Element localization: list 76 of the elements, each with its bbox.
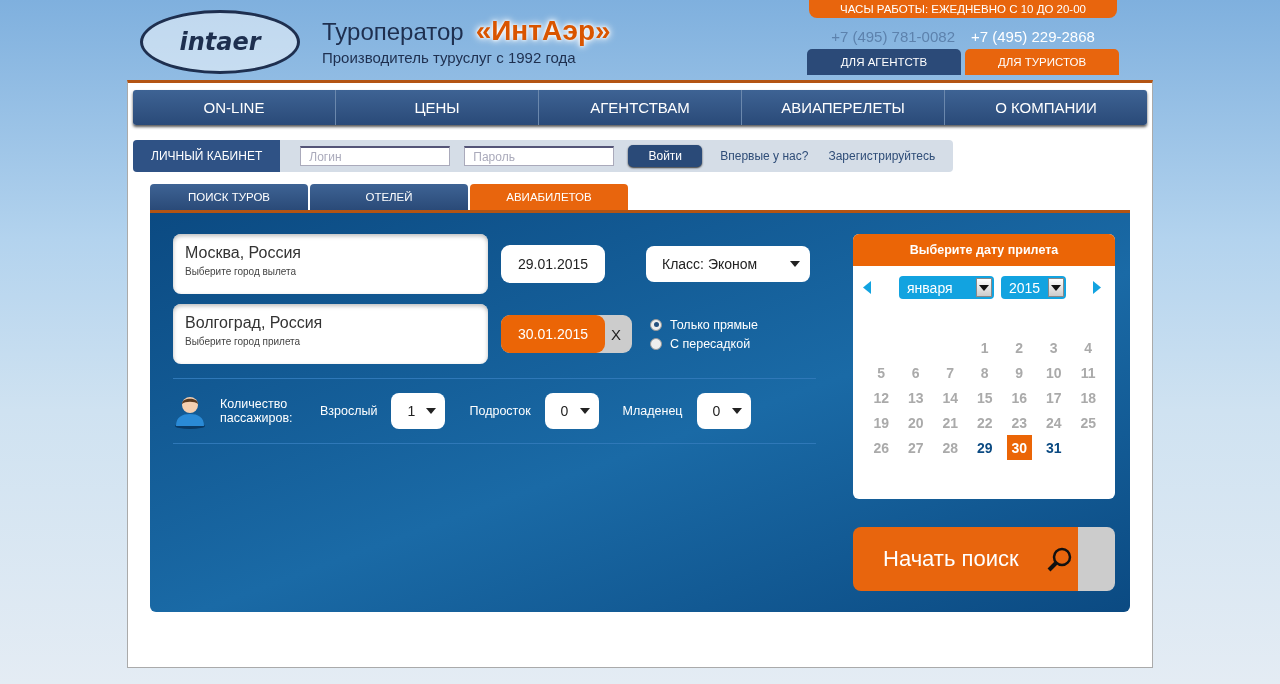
clear-button[interactable]: X (605, 315, 627, 353)
login-field[interactable]: Логин (300, 146, 451, 166)
calendar-day: 13 (903, 385, 929, 410)
calendar-day: 14 (937, 385, 963, 410)
calendar-day: 6 (903, 360, 929, 385)
calendar-day: 22 (972, 410, 998, 435)
audience-tab[interactable]: ДЛЯ АГЕНТСТВ (807, 49, 961, 75)
caret-icon (579, 408, 590, 414)
passenger-type-label: Младенец (622, 404, 683, 418)
next-month-icon[interactable] (1093, 281, 1101, 294)
nav-item[interactable]: ЦЕНЫ (336, 90, 539, 125)
passenger-count-select[interactable]: 0 (696, 393, 751, 429)
calendar-day: 19 (868, 410, 894, 435)
calendar-day: 17 (1041, 385, 1067, 410)
calendar-day: 8 (972, 360, 998, 385)
account-label: ЛИЧНЫЙ КАБИНЕТ (133, 140, 281, 172)
calendar-day: 27 (903, 435, 929, 460)
calendar-day[interactable]: 29 (972, 435, 998, 460)
calendar-title: Выберите дату прилета (853, 234, 1115, 266)
calendar-day: 23 (1006, 410, 1032, 435)
login-button[interactable]: Войти (628, 145, 703, 167)
passengers-label: Количество пассажиров: (220, 396, 294, 426)
phone-number: +7 (495) 229-2868 (971, 28, 1095, 45)
caret-icon (790, 261, 800, 267)
first-time-link[interactable]: Впервые у нас? (720, 149, 809, 163)
route-option[interactable]: С пересадкой (650, 336, 759, 351)
calendar-day[interactable]: 31 (1041, 435, 1067, 460)
calendar-day: 21 (937, 410, 963, 435)
departure-date-field[interactable]: 29.01.2015 (501, 245, 605, 283)
calendar-day: 1 (972, 335, 998, 360)
calendar-day: 20 (903, 410, 929, 435)
password-field[interactable]: Пароль (464, 146, 615, 166)
nav-item[interactable]: О КОМПАНИИ (945, 90, 1147, 125)
departure-city-field[interactable]: Москва, Россия Выберите город вылета (173, 234, 488, 294)
nav-item[interactable]: АВИАПЕРЕЛЕТЫ (742, 90, 945, 125)
working-hours-badge: ЧАСЫ РАБОТЫ: ЕЖЕДНЕВНО С 10 ДО 20-00 (809, 0, 1117, 18)
search-icon (1046, 546, 1073, 572)
class-select[interactable]: Класс: Эконом (646, 246, 810, 282)
calendar-day: 5 (868, 360, 894, 385)
calendar-day: 2 (1006, 335, 1032, 360)
route-option[interactable]: Только прямые (650, 317, 759, 332)
company-title: Туроператор (322, 18, 464, 46)
tagline: Производитель туруслуг с 1992 года (322, 49, 577, 66)
search-tab[interactable]: ОТЕЛЕЙ (310, 184, 468, 210)
calendar-day: 24 (1041, 410, 1067, 435)
logo[interactable]: intaer (140, 10, 300, 74)
caret-icon (731, 408, 742, 414)
calendar-day: 3 (1041, 335, 1067, 360)
calendar-day: 9 (1006, 360, 1032, 385)
previous-month-icon[interactable] (863, 281, 871, 294)
arrival-city-field[interactable]: Волгоград, Россия Выберите город прилета (173, 304, 488, 364)
passenger-count-select[interactable]: 1 (391, 393, 446, 429)
calendar-day: 10 (1041, 360, 1067, 385)
passenger-type-label: Взрослый (320, 404, 378, 418)
calendar-day: 11 (1075, 360, 1101, 385)
register-link[interactable]: Зарегистрируйтесь (828, 149, 936, 163)
calendar-day: 15 (972, 385, 998, 410)
brand-name: «ИнтАэр» (475, 15, 611, 47)
nav-item[interactable]: АГЕНТСТВАМ (539, 90, 742, 125)
caret-icon (979, 284, 989, 291)
passenger-type-label: Подросток (469, 404, 531, 418)
calendar-day: 16 (1006, 385, 1032, 410)
calendar-day: 25 (1075, 410, 1101, 435)
caret-icon (1051, 284, 1061, 291)
radio-button[interactable] (650, 318, 662, 331)
caret-icon (426, 408, 437, 414)
calendar-day: 28 (937, 435, 963, 460)
calendar-day: 26 (868, 435, 894, 460)
calendar-day: 18 (1075, 385, 1101, 410)
radio-button[interactable] (650, 337, 662, 350)
calendar-day: 12 (868, 385, 894, 410)
search-tab[interactable]: ПОИСК ТУРОВ (150, 184, 308, 210)
calendar-day: 7 (937, 360, 963, 385)
passenger-count-select[interactable]: 0 (544, 393, 599, 429)
nav-item[interactable]: ON-LINE (133, 90, 336, 125)
calendar-day: 4 (1075, 335, 1101, 360)
